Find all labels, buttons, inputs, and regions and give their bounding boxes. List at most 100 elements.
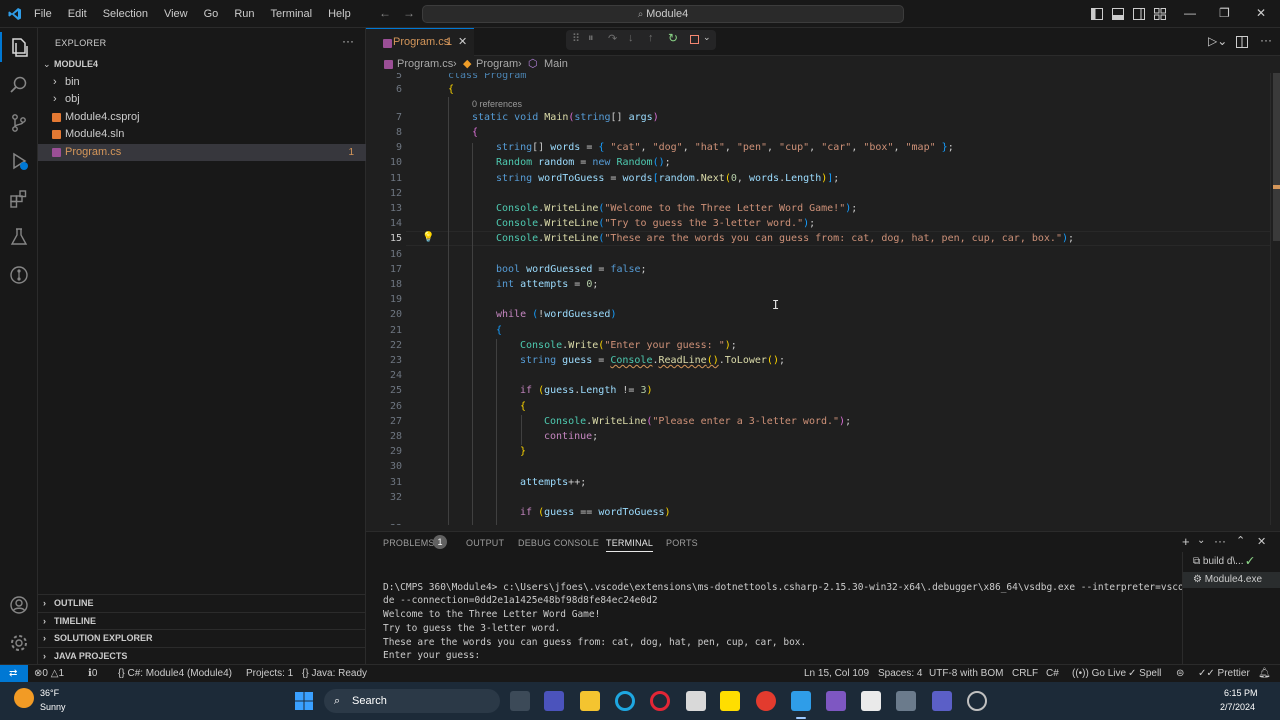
- tree-item-sln[interactable]: Module4.sln: [38, 126, 366, 143]
- cursor-position[interactable]: Ln 15, Col 109: [804, 665, 869, 682]
- tree-item-program-cs[interactable]: Program.cs 1: [38, 144, 366, 161]
- new-terminal-icon[interactable]: +: [1182, 534, 1190, 549]
- problems-status[interactable]: ⊗0 △1: [34, 665, 64, 682]
- file-explorer-icon[interactable]: [580, 691, 600, 711]
- git-graph-icon[interactable]: [8, 264, 30, 286]
- notifications-bell-icon[interactable]: 🔔︎: [1258, 665, 1271, 682]
- run-debug-menu-icon[interactable]: ▷⌄: [1208, 34, 1227, 48]
- scrollbar-thumb[interactable]: [1273, 73, 1280, 241]
- github-desktop-icon[interactable]: [967, 691, 987, 711]
- lightbulb-icon[interactable]: 💡: [422, 232, 434, 243]
- spell-button[interactable]: ✓ Spell: [1128, 665, 1161, 682]
- toggle-panel-icon[interactable]: [1112, 8, 1124, 20]
- close-window-icon[interactable]: ✕: [1256, 6, 1266, 20]
- indentation-status[interactable]: Spaces: 4: [878, 665, 922, 682]
- tree-item-bin[interactable]: › bin: [38, 74, 366, 91]
- testing-flask-icon[interactable]: [8, 226, 30, 248]
- prettier-button[interactable]: ✓✓ Prettier: [1198, 665, 1250, 682]
- account-icon[interactable]: [8, 594, 30, 616]
- back-arrow-icon[interactable]: ←: [379, 6, 391, 20]
- chevron-down-icon[interactable]: ⌄: [703, 32, 711, 43]
- restart-icon[interactable]: ↻: [668, 31, 678, 45]
- java-status[interactable]: {} Java: Ready: [302, 665, 367, 682]
- menu-terminal[interactable]: Terminal: [271, 8, 313, 20]
- toggle-secondary-sidebar-icon[interactable]: [1133, 8, 1145, 20]
- minimize-icon[interactable]: —: [1184, 6, 1196, 20]
- sticky-notes-icon[interactable]: [720, 691, 740, 711]
- section-solution-explorer[interactable]: › SOLUTION EXPLORER: [38, 629, 366, 646]
- editor-scrollbar[interactable]: [1270, 73, 1280, 525]
- terminal-list-item-active[interactable]: ⚙ Module4.exe: [1183, 572, 1280, 588]
- step-out-icon[interactable]: ↑: [648, 32, 654, 44]
- menu-run[interactable]: Run: [234, 8, 254, 20]
- cortana-icon[interactable]: [615, 691, 635, 711]
- customize-layout-icon[interactable]: [1154, 8, 1166, 20]
- remote-indicator[interactable]: ⇄: [0, 665, 28, 683]
- pause-icon[interactable]: ⏸: [588, 32, 594, 45]
- tab-ports[interactable]: PORTS: [666, 538, 698, 548]
- restore-icon[interactable]: ❐: [1219, 6, 1230, 20]
- weather-condition[interactable]: Sunny: [40, 702, 66, 712]
- taskbar-date[interactable]: 2/7/2024: [1220, 702, 1255, 712]
- panel-more-icon[interactable]: ···: [1214, 534, 1226, 548]
- search-icon[interactable]: [8, 74, 30, 96]
- tab-program-cs[interactable]: Program.cs 1 ✕: [366, 28, 474, 56]
- vscode-taskbar-icon[interactable]: [791, 691, 811, 711]
- tab-output[interactable]: OUTPUT: [466, 538, 504, 548]
- maximize-panel-icon[interactable]: ⌃: [1236, 534, 1245, 547]
- snipping-tool-icon[interactable]: [861, 691, 881, 711]
- taskbar-time[interactable]: 6:15 PM: [1224, 688, 1258, 698]
- breadcrumb-file[interactable]: Program.cs: [397, 56, 453, 73]
- stop-icon[interactable]: [690, 35, 699, 44]
- info-status[interactable]: ℹ0: [88, 665, 97, 682]
- chrome-icon[interactable]: [756, 691, 776, 711]
- settings-gear-icon[interactable]: [8, 632, 30, 654]
- source-control-icon[interactable]: [8, 112, 30, 134]
- teams-icon[interactable]: [544, 691, 564, 711]
- breadcrumb-method[interactable]: Main: [544, 56, 568, 73]
- feedback-icon[interactable]: ⊜: [1176, 665, 1184, 682]
- extensions-icon[interactable]: [8, 188, 30, 210]
- section-outline[interactable]: › OUTLINE: [38, 594, 366, 611]
- section-timeline[interactable]: › TIMELINE: [38, 612, 366, 629]
- settings-gear-taskbar-icon[interactable]: [896, 691, 916, 711]
- teams-work-icon[interactable]: [932, 691, 952, 711]
- menu-view[interactable]: View: [164, 8, 188, 20]
- more-actions-icon[interactable]: ···: [342, 34, 354, 48]
- menu-selection[interactable]: Selection: [103, 8, 148, 20]
- menu-file[interactable]: File: [34, 8, 52, 20]
- drag-handle-icon[interactable]: ⠿: [572, 32, 580, 45]
- codelens-references[interactable]: 0 references: [472, 99, 522, 109]
- breadcrumb-class[interactable]: Program: [476, 56, 518, 73]
- close-panel-icon[interactable]: ✕: [1257, 535, 1266, 548]
- terminal-list-item[interactable]: ⧉ build d\... ✓: [1193, 556, 1254, 567]
- run-debug-icon[interactable]: [8, 150, 30, 172]
- toggle-sidebar-icon[interactable]: [1091, 8, 1103, 20]
- tab-problems[interactable]: PROBLEMS: [383, 538, 435, 548]
- tree-item-obj[interactable]: › obj: [38, 91, 366, 108]
- chevron-down-icon[interactable]: ⌄: [1197, 535, 1205, 546]
- editor-more-icon[interactable]: ···: [1260, 33, 1272, 47]
- forward-arrow-icon[interactable]: →: [403, 6, 415, 20]
- dev-tool-icon[interactable]: [826, 691, 846, 711]
- encoding-status[interactable]: UTF-8 with BOM: [929, 665, 1003, 682]
- command-center-search[interactable]: ⌕ Module4: [422, 5, 904, 23]
- step-into-icon[interactable]: ↓: [628, 32, 634, 44]
- menu-edit[interactable]: Edit: [68, 8, 87, 20]
- weather-temperature[interactable]: 36°F: [40, 688, 59, 698]
- go-live-button[interactable]: ((•)) Go Live: [1072, 665, 1126, 682]
- code-editor[interactable]: 5 6 7 8 9 10 11 12 13 14 15 16 17 18 19 …: [366, 73, 1270, 525]
- task-view-icon[interactable]: [510, 691, 530, 711]
- step-over-icon[interactable]: ↷: [608, 32, 617, 45]
- menu-go[interactable]: Go: [204, 8, 219, 20]
- weather-sun-icon[interactable]: [14, 688, 34, 708]
- menu-help[interactable]: Help: [328, 8, 351, 20]
- tab-terminal[interactable]: TERMINAL: [606, 538, 654, 552]
- csharp-project-status[interactable]: {} C#: Module4 (Module4): [118, 665, 232, 682]
- taskbar-search[interactable]: ⌕ Search: [324, 689, 500, 713]
- eol-status[interactable]: CRLF: [1012, 665, 1038, 682]
- projects-count-status[interactable]: Projects: 1: [246, 665, 293, 682]
- opera-icon[interactable]: [650, 691, 670, 711]
- tree-item-csproj[interactable]: Module4.csproj: [38, 109, 366, 126]
- close-tab-icon[interactable]: ✕: [458, 29, 467, 56]
